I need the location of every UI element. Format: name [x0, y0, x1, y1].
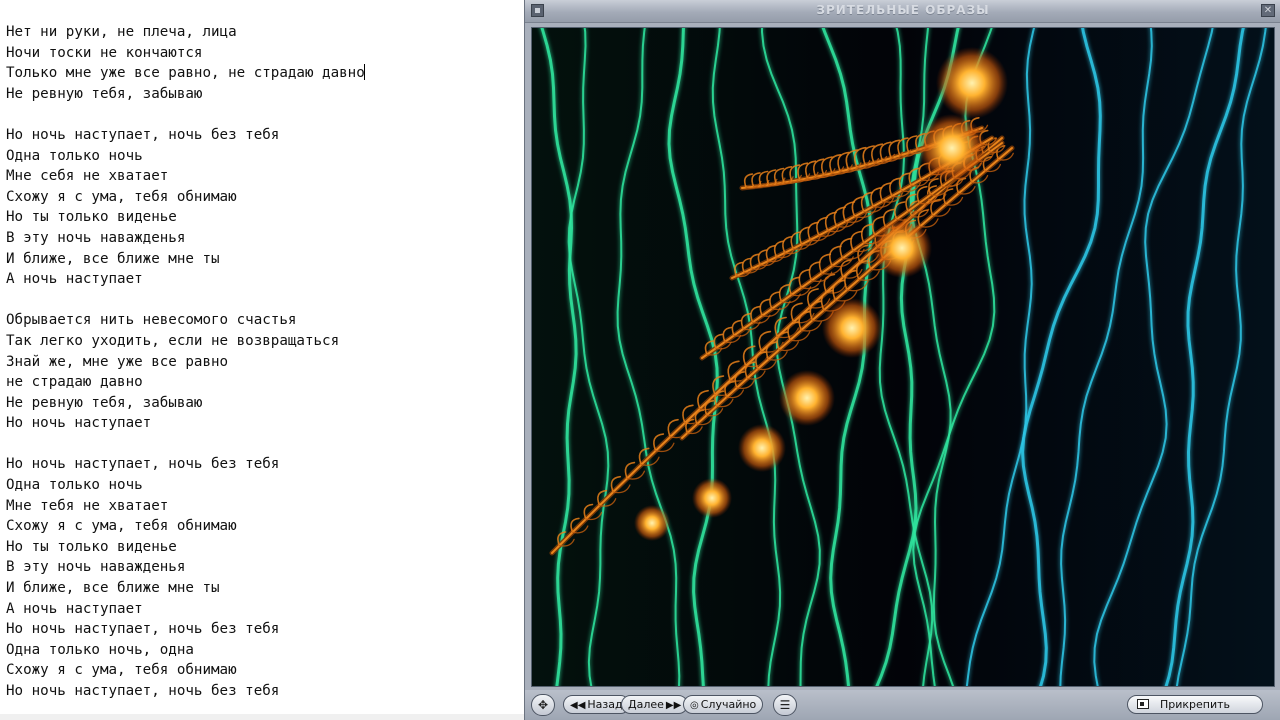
glow-orb: [692, 478, 732, 518]
visualization-canvas: [531, 27, 1275, 687]
lyrics-line: Ночи тоски не кончаются: [6, 44, 203, 61]
lyrics-line: Только мне уже все равно, не страдаю дав…: [6, 64, 365, 82]
lyrics-line: Мне тебя не хватает: [6, 497, 169, 514]
text-editor[interactable]: Нет ни руки, не плеча, лица Ночи тоски не…: [0, 0, 524, 720]
glow-orb: [872, 218, 932, 278]
lyrics-line: Но ты только виденье: [6, 538, 177, 555]
lyrics-line: Но ночь наступает, ночь без тебя: [6, 126, 280, 143]
glow-orb: [738, 424, 786, 472]
lyrics-line: [6, 290, 365, 311]
lyrics-line: И ближе, все ближе мне ты: [6, 580, 220, 597]
close-icon[interactable]: ✕: [1261, 4, 1275, 17]
lyrics-line: Мне себя не хватает: [6, 168, 169, 185]
glow-orb: [918, 114, 986, 182]
lyrics-line: Но ночь наступает, ночь без тебя: [6, 621, 280, 638]
lyrics-line: Так легко уходить, если не возвращаться: [6, 332, 340, 349]
visualizer-title: ЗРИТЕЛЬНЫЕ ОБРАЗЫ: [816, 3, 990, 17]
options-menu-icon[interactable]: ☰: [773, 694, 797, 716]
dock-icon: [1137, 699, 1149, 709]
glow-orb: [936, 47, 1008, 119]
dock-button[interactable]: Прикрепить: [1127, 695, 1263, 714]
visualizer-titlebar[interactable]: ЗРИТЕЛЬНЫЕ ОБРАЗЫ ✕: [525, 0, 1280, 23]
lyrics-line: [6, 104, 365, 125]
editor-horizontal-scrollbar[interactable]: [0, 714, 524, 720]
glow-orb: [822, 298, 882, 358]
lyrics-line: Одна только ночь: [6, 477, 143, 494]
lyrics-line: [6, 434, 365, 455]
lyrics-line: В эту ночь наважденья: [6, 229, 186, 246]
lyrics-line: Но ночь наступает, ночь без тебя: [6, 683, 280, 699]
lyrics-line: Но ночь наступает: [6, 415, 152, 432]
visualizer-controls: ✥ ◀◀ Назад Далее ▶▶ ◎ Случайно ☰ Прикрепить: [525, 690, 1280, 720]
lyrics-line: Схожу я с ума, тебя обнимаю: [6, 662, 237, 679]
glow-orb: [634, 505, 670, 541]
lyrics-line: Знай же, мне уже все равно: [6, 353, 229, 370]
lyrics-line: Одна только ночь: [6, 147, 143, 164]
visualization-art: [532, 28, 1274, 686]
next-icon: ▶▶: [665, 700, 682, 711]
lyrics-line: Обрывается нить невесомого счастья: [6, 312, 297, 329]
random-button[interactable]: ◎ Случайно: [683, 695, 764, 714]
lyrics-line: Схожу я с ума, тебя обнимаю: [6, 188, 237, 205]
visualizer-window: ЗРИТЕЛЬНЫЕ ОБРАЗЫ ✕ ✥ ◀◀ Назад Далее ▶▶ …: [524, 0, 1280, 720]
lyrics-line: А ночь наступает: [6, 271, 143, 288]
lyrics-line: Одна только ночь, одна: [6, 641, 194, 658]
lyrics-line: В эту ночь наважденья: [6, 559, 186, 576]
next-button[interactable]: Далее ▶▶: [621, 695, 689, 714]
lyrics-line: Но ты только виденье: [6, 209, 177, 226]
lyrics-line: Схожу я с ума, тебя обнимаю: [6, 518, 237, 535]
text-caret: [363, 64, 365, 81]
lyrics-line: И ближе, все ближе мне ты: [6, 250, 220, 267]
glow-orb: [779, 370, 835, 426]
lyrics-line: А ночь наступает: [6, 600, 143, 617]
lyrics-line: Не ревную тебя, забываю: [6, 394, 203, 411]
lyrics-line: Не ревную тебя, забываю: [6, 85, 203, 102]
lyrics-line: Но ночь наступает, ночь без тебя: [6, 456, 280, 473]
move-icon[interactable]: ✥: [531, 694, 555, 716]
random-icon: ◎: [690, 700, 699, 711]
lyrics-line: Нет ни руки, не плеча, лица: [6, 24, 237, 40]
lyrics-line: не страдаю давно: [6, 374, 143, 391]
back-icon: ◀◀: [570, 700, 586, 711]
back-button[interactable]: ◀◀ Назад: [563, 695, 630, 714]
lyrics-text-area[interactable]: Нет ни руки, не плеча, лица Ночи тоски не…: [6, 22, 365, 702]
